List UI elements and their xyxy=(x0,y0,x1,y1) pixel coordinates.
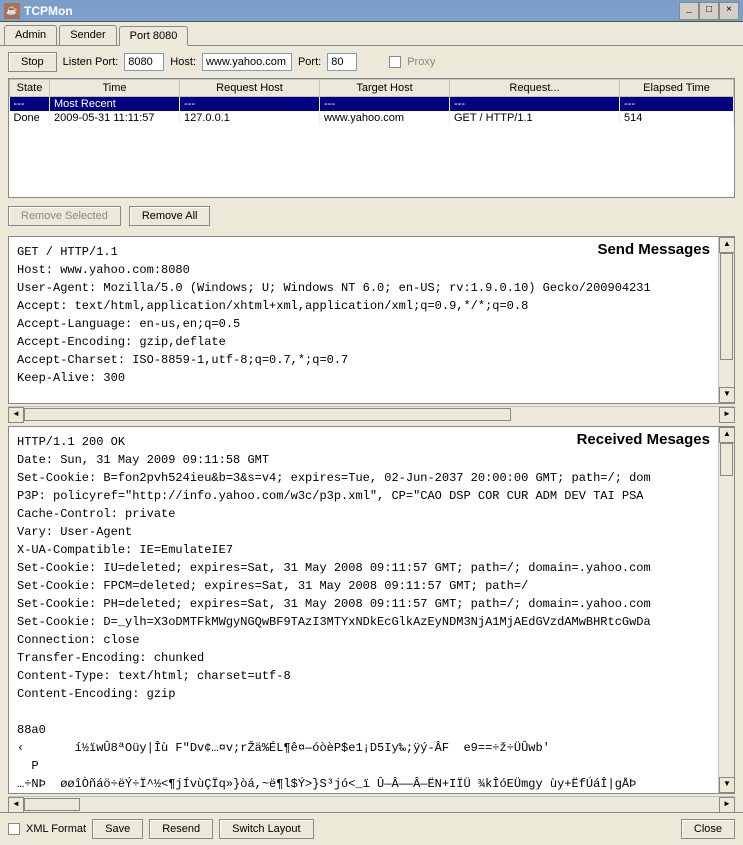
tab-bar: Admin Sender Port 8080 xyxy=(0,22,743,46)
titlebar: ☕ TCPMon _ □ × xyxy=(0,0,743,22)
host-input[interactable] xyxy=(202,53,292,71)
remove-selected-button[interactable]: Remove Selected xyxy=(8,206,121,226)
maximize-button[interactable]: □ xyxy=(699,2,719,20)
toolbar: Stop Listen Port: Host: Port: Proxy xyxy=(0,46,743,78)
close-button[interactable]: Close xyxy=(681,819,735,839)
close-window-button[interactable]: × xyxy=(719,2,739,20)
table-cell: 127.0.0.1 xyxy=(180,111,320,125)
proxy-label: Proxy xyxy=(407,56,435,68)
xml-format-label: XML Format xyxy=(26,823,86,835)
tab-port-8080[interactable]: Port 8080 xyxy=(119,26,189,46)
table-cell: GET / HTTP/1.1 xyxy=(450,111,620,125)
scroll-left-icon[interactable]: ◄ xyxy=(8,797,24,813)
proxy-checkbox[interactable] xyxy=(389,56,401,68)
listen-port-input[interactable] xyxy=(124,53,164,71)
window-buttons: _ □ × xyxy=(679,2,739,20)
table-row[interactable]: ---Most Recent------------ xyxy=(10,97,734,112)
table-cell: --- xyxy=(620,97,734,112)
tab-admin[interactable]: Admin xyxy=(4,25,57,45)
listen-port-label: Listen Port: xyxy=(63,56,119,68)
send-messages-content[interactable]: GET / HTTP/1.1 Host: www.yahoo.com:8080 … xyxy=(9,237,734,393)
switch-layout-button[interactable]: Switch Layout xyxy=(219,819,313,839)
scroll-up-icon[interactable]: ▲ xyxy=(719,237,735,253)
col-elapsed[interactable]: Elapsed Time xyxy=(620,80,734,97)
connections-table: State Time Request Host Target Host Requ… xyxy=(8,78,735,198)
resend-button[interactable]: Resend xyxy=(149,819,213,839)
table-header-row: State Time Request Host Target Host Requ… xyxy=(10,80,734,97)
col-time[interactable]: Time xyxy=(50,80,180,97)
recv-scrollbar-h[interactable]: ◄ ► xyxy=(8,796,735,812)
recv-scrollbar-v[interactable]: ▲ ▼ xyxy=(718,427,734,793)
scroll-left-icon[interactable]: ◄ xyxy=(8,407,24,423)
table-cell: --- xyxy=(450,97,620,112)
table-cell: 514 xyxy=(620,111,734,125)
stop-button[interactable]: Stop xyxy=(8,52,57,72)
send-scrollbar-v[interactable]: ▲ ▼ xyxy=(718,237,734,403)
bottom-bar: XML Format Save Resend Switch Layout Clo… xyxy=(0,812,743,845)
table-cell: Done xyxy=(10,111,50,125)
table-cell: www.yahoo.com xyxy=(320,111,450,125)
xml-format-checkbox[interactable] xyxy=(8,823,20,835)
send-messages-panel: Send Messages GET / HTTP/1.1 Host: www.y… xyxy=(8,236,735,404)
table-cell: --- xyxy=(320,97,450,112)
save-button[interactable]: Save xyxy=(92,819,143,839)
port-label: Port: xyxy=(298,56,321,68)
tab-sender[interactable]: Sender xyxy=(59,25,116,45)
col-target-host[interactable]: Target Host xyxy=(320,80,450,97)
window-title: TCPMon xyxy=(24,4,679,18)
table-cell: 2009-05-31 11:11:57 xyxy=(50,111,180,125)
col-request-host[interactable]: Request Host xyxy=(180,80,320,97)
minimize-button[interactable]: _ xyxy=(679,2,699,20)
table-cell: --- xyxy=(10,97,50,112)
received-messages-content[interactable]: HTTP/1.1 200 OK Date: Sun, 31 May 2009 0… xyxy=(9,427,734,794)
scroll-right-icon[interactable]: ► xyxy=(719,407,735,423)
scroll-right-icon[interactable]: ► xyxy=(719,797,735,813)
scroll-down-icon[interactable]: ▼ xyxy=(719,777,735,793)
scroll-down-icon[interactable]: ▼ xyxy=(719,387,735,403)
send-scrollbar-h[interactable]: ◄ ► xyxy=(8,406,735,422)
send-messages-title: Send Messages xyxy=(597,241,710,258)
col-request[interactable]: Request... xyxy=(450,80,620,97)
table-cell: Most Recent xyxy=(50,97,180,112)
remove-all-button[interactable]: Remove All xyxy=(129,206,211,226)
table-cell: --- xyxy=(180,97,320,112)
app-icon: ☕ xyxy=(4,3,20,19)
table-row[interactable]: Done2009-05-31 11:11:57127.0.0.1www.yaho… xyxy=(10,111,734,125)
scroll-up-icon[interactable]: ▲ xyxy=(719,427,735,443)
port-input[interactable] xyxy=(327,53,357,71)
mid-buttons: Remove Selected Remove All xyxy=(0,198,743,234)
received-messages-panel: Received Mesages HTTP/1.1 200 OK Date: S… xyxy=(8,426,735,794)
received-messages-title: Received Mesages xyxy=(577,431,710,448)
host-label: Host: xyxy=(170,56,196,68)
col-state[interactable]: State xyxy=(10,80,50,97)
